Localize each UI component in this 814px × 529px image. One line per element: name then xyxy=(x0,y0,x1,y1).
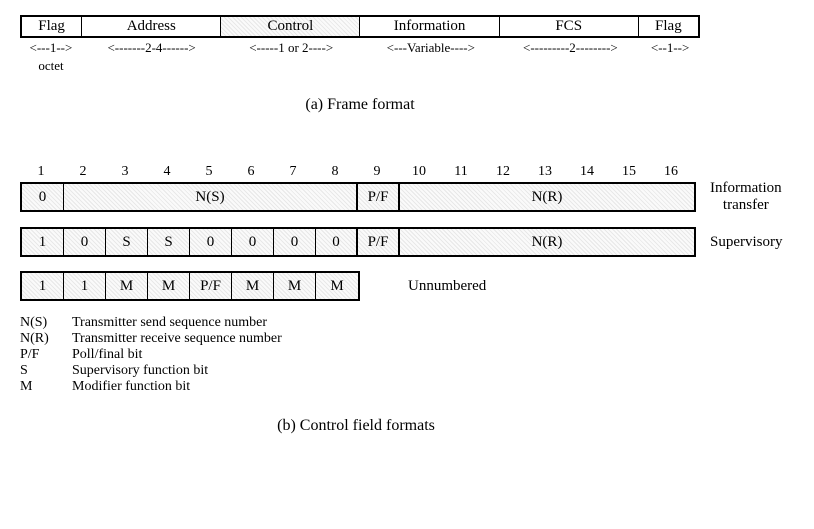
unn-pf: P/F xyxy=(190,273,232,299)
legend-s: S Supervisory function bit xyxy=(20,363,800,379)
unn-bit2: 1 xyxy=(64,273,106,299)
bit-6: 6 xyxy=(230,164,272,180)
width-fcs: <---------2--------> xyxy=(501,40,641,56)
unn-label: Unnumbered xyxy=(408,278,486,295)
info-pf: P/F xyxy=(358,184,400,210)
info-label: Information transfer xyxy=(710,180,782,213)
sup-s1: S xyxy=(106,229,148,255)
legend-m-key: M xyxy=(20,379,72,395)
sup-label: Supervisory xyxy=(710,234,783,251)
legend-ns-desc: Transmitter send sequence number xyxy=(72,315,267,331)
frame-octet-row: octet xyxy=(20,58,700,74)
bit-15: 15 xyxy=(608,164,650,180)
frame-cell-address: Address xyxy=(82,17,221,36)
unn-bit1: 1 xyxy=(22,273,64,299)
bit-10: 10 xyxy=(398,164,440,180)
frame-cell-fcs: FCS xyxy=(500,17,639,36)
bit-2: 2 xyxy=(62,164,104,180)
caption-b: (b) Control field formats xyxy=(20,417,692,435)
supervisory-row: 1 0 S S 0 0 0 0 P/F N(R) Supervisory xyxy=(20,227,800,257)
sup-z4: 0 xyxy=(316,229,358,255)
bit-3: 3 xyxy=(104,164,146,180)
info-label-line2: transfer xyxy=(710,197,782,214)
bit-13: 13 xyxy=(524,164,566,180)
legend-nr-desc: Transmitter receive sequence number xyxy=(72,331,282,347)
bit-11: 11 xyxy=(440,164,482,180)
frame-format-section: Flag Address Control Information FCS Fla… xyxy=(20,15,700,114)
bit-header: 1 2 3 4 5 6 7 8 9 10 11 12 13 14 15 16 xyxy=(20,164,692,180)
bit-7: 7 xyxy=(272,164,314,180)
sup-bit1: 1 xyxy=(22,229,64,255)
sup-pf: P/F xyxy=(358,229,400,255)
legend-ns: N(S) Transmitter send sequence number xyxy=(20,315,800,331)
bit-9: 9 xyxy=(356,164,398,180)
legend-pf: P/F Poll/final bit xyxy=(20,347,800,363)
width-flag2: <--1--> xyxy=(640,40,700,56)
bit-5: 5 xyxy=(188,164,230,180)
info-ns: N(S) xyxy=(64,184,358,210)
frame-row: Flag Address Control Information FCS Fla… xyxy=(20,15,700,38)
legend-m-desc: Modifier function bit xyxy=(72,379,190,395)
info-transfer-row: 0 N(S) P/F N(R) Information transfer xyxy=(20,180,800,213)
unn-m3: M xyxy=(232,273,274,299)
legend-ns-key: N(S) xyxy=(20,315,72,331)
bit-1: 1 xyxy=(20,164,62,180)
sup-z3: 0 xyxy=(274,229,316,255)
frame-cell-flag1: Flag xyxy=(22,17,82,36)
frame-cell-control: Control xyxy=(221,17,360,36)
legend: N(S) Transmitter send sequence number N(… xyxy=(20,315,800,395)
unn-m5: M xyxy=(316,273,358,299)
unn-m1: M xyxy=(106,273,148,299)
legend-pf-desc: Poll/final bit xyxy=(72,347,142,363)
bit-12: 12 xyxy=(482,164,524,180)
caption-a: (a) Frame format xyxy=(20,96,700,114)
info-label-line1: Information xyxy=(710,180,782,197)
frame-cell-information: Information xyxy=(360,17,499,36)
bit-4: 4 xyxy=(146,164,188,180)
sup-bit2: 0 xyxy=(64,229,106,255)
legend-nr: N(R) Transmitter receive sequence number xyxy=(20,331,800,347)
sup-z2: 0 xyxy=(232,229,274,255)
bit-8: 8 xyxy=(314,164,356,180)
width-flag1: <---1--> xyxy=(20,40,82,56)
legend-s-desc: Supervisory function bit xyxy=(72,363,208,379)
octet-label: octet xyxy=(20,58,82,74)
frame-widths-row: <---1--> <-------2-4------> <-----1 or 2… xyxy=(20,40,700,56)
unn-m4: M xyxy=(274,273,316,299)
width-address: <-------2-4------> xyxy=(82,40,222,56)
info-nr: N(R) xyxy=(400,184,694,210)
unn-m2: M xyxy=(148,273,190,299)
frame-cell-flag2: Flag xyxy=(639,17,698,36)
sup-nr: N(R) xyxy=(400,229,694,255)
legend-nr-key: N(R) xyxy=(20,331,72,347)
sup-z1: 0 xyxy=(190,229,232,255)
width-control: <-----1 or 2----> xyxy=(221,40,361,56)
info-bit1: 0 xyxy=(22,184,64,210)
legend-pf-key: P/F xyxy=(20,347,72,363)
sup-s2: S xyxy=(148,229,190,255)
unnumbered-row: 1 1 M M P/F M M M Unnumbered xyxy=(20,271,800,301)
bit-14: 14 xyxy=(566,164,608,180)
control-field-section: 1 2 3 4 5 6 7 8 9 10 11 12 13 14 15 16 0… xyxy=(20,164,800,435)
bit-16: 16 xyxy=(650,164,692,180)
legend-s-key: S xyxy=(20,363,72,379)
width-info: <---Variable----> xyxy=(361,40,501,56)
legend-m: M Modifier function bit xyxy=(20,379,800,395)
